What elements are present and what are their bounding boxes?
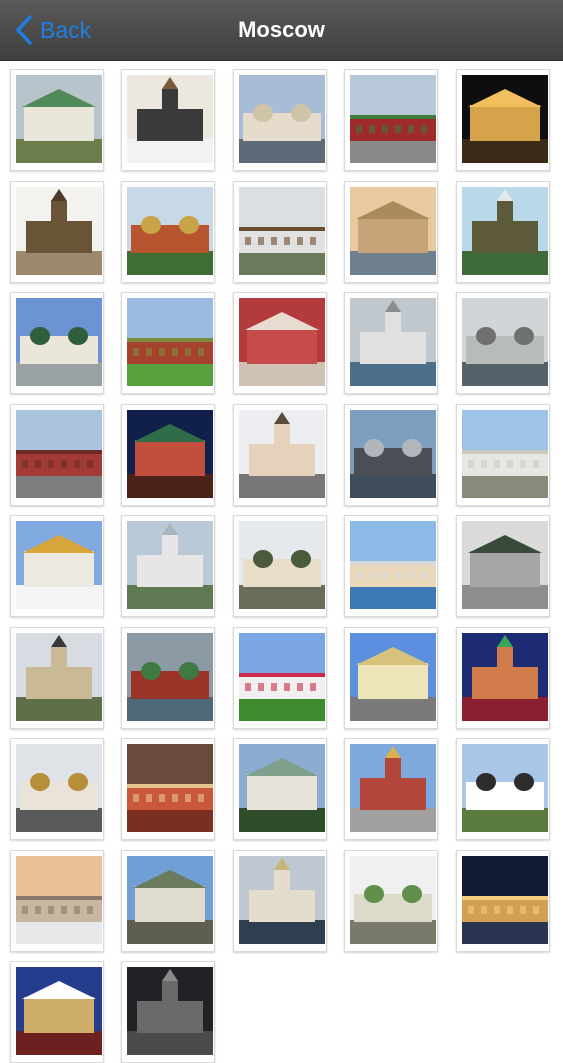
photo-thumbnail[interactable]: [456, 849, 550, 952]
photo-image: [239, 298, 325, 386]
photo-thumbnail[interactable]: [10, 961, 104, 1063]
photo-thumbnail[interactable]: [10, 738, 104, 840]
photo-image: [16, 632, 102, 721]
photo-thumbnail[interactable]: [121, 626, 215, 729]
photo-thumbnail[interactable]: [10, 403, 104, 506]
photo-image: [462, 855, 548, 944]
photo-thumbnail[interactable]: [344, 69, 438, 171]
photo-image: [462, 409, 548, 498]
photo-thumbnail[interactable]: [121, 180, 215, 283]
photo-thumbnail[interactable]: [456, 738, 550, 840]
photo-image: [350, 409, 436, 498]
photo-image: [462, 75, 548, 163]
photo-image: [239, 409, 325, 498]
photo-image: [350, 632, 436, 721]
photo-thumbnail[interactable]: [121, 69, 215, 171]
navigation-bar: Back Moscow: [0, 0, 563, 61]
photo-thumbnail[interactable]: [344, 738, 438, 840]
photo-thumbnail[interactable]: [456, 626, 550, 729]
photo-image: [239, 186, 325, 275]
photo-image: [16, 967, 102, 1055]
photo-image: [127, 186, 213, 275]
photo-image: [462, 744, 548, 832]
photo-grid: [0, 60, 563, 1063]
photo-image: [127, 521, 213, 609]
photo-image: [239, 521, 325, 609]
photo-thumbnail[interactable]: [344, 403, 438, 506]
photo-image: [16, 409, 102, 498]
photo-image: [16, 855, 102, 944]
photo-image: [350, 186, 436, 275]
photo-thumbnail[interactable]: [456, 292, 550, 394]
photo-thumbnail[interactable]: [344, 626, 438, 729]
photo-thumbnail[interactable]: [10, 626, 104, 729]
photo-thumbnail[interactable]: [233, 849, 327, 952]
photo-image: [127, 967, 213, 1055]
photo-thumbnail[interactable]: [456, 515, 550, 617]
photo-image: [350, 744, 436, 832]
photo-image: [462, 521, 548, 609]
photo-image: [462, 632, 548, 721]
photo-thumbnail[interactable]: [233, 69, 327, 171]
page-title: Moscow: [238, 17, 325, 42]
photo-thumbnail[interactable]: [10, 849, 104, 952]
photo-image: [16, 521, 102, 609]
photo-thumbnail[interactable]: [233, 180, 327, 283]
photo-thumbnail[interactable]: [233, 515, 327, 617]
photo-thumbnail[interactable]: [344, 849, 438, 952]
photo-thumbnail[interactable]: [121, 961, 215, 1063]
photo-thumbnail[interactable]: [233, 626, 327, 729]
photo-thumbnail[interactable]: [233, 403, 327, 506]
photo-image: [350, 855, 436, 944]
photo-thumbnail[interactable]: [456, 403, 550, 506]
photo-image: [350, 298, 436, 386]
photo-thumbnail[interactable]: [10, 515, 104, 617]
photo-thumbnail[interactable]: [121, 849, 215, 952]
photo-thumbnail[interactable]: [344, 292, 438, 394]
photo-image: [462, 298, 548, 386]
photo-thumbnail[interactable]: [456, 180, 550, 283]
photo-image: [127, 744, 213, 832]
photo-thumbnail[interactable]: [121, 738, 215, 840]
photo-image: [350, 521, 436, 609]
photo-thumbnail[interactable]: [10, 180, 104, 283]
photo-thumbnail[interactable]: [233, 738, 327, 840]
photo-thumbnail[interactable]: [344, 515, 438, 617]
photo-image: [16, 186, 102, 275]
photo-thumbnail[interactable]: [121, 403, 215, 506]
photo-thumbnail[interactable]: [121, 292, 215, 394]
photo-image: [239, 632, 325, 721]
photo-image: [16, 744, 102, 832]
photo-image: [127, 409, 213, 498]
photo-thumbnail[interactable]: [233, 292, 327, 394]
photo-thumbnail[interactable]: [10, 69, 104, 171]
photo-image: [239, 855, 325, 944]
photo-image: [127, 75, 213, 163]
photo-image: [127, 632, 213, 721]
photo-thumbnail[interactable]: [121, 515, 215, 617]
photo-image: [239, 75, 325, 163]
photo-thumbnail[interactable]: [10, 292, 104, 394]
photo-image: [16, 298, 102, 386]
photo-image: [239, 744, 325, 832]
photo-image: [127, 298, 213, 386]
photo-image: [127, 855, 213, 944]
photo-image: [350, 75, 436, 163]
photo-image: [16, 75, 102, 163]
photo-thumbnail[interactable]: [456, 69, 550, 171]
photo-thumbnail[interactable]: [344, 180, 438, 283]
photo-image: [462, 186, 548, 275]
